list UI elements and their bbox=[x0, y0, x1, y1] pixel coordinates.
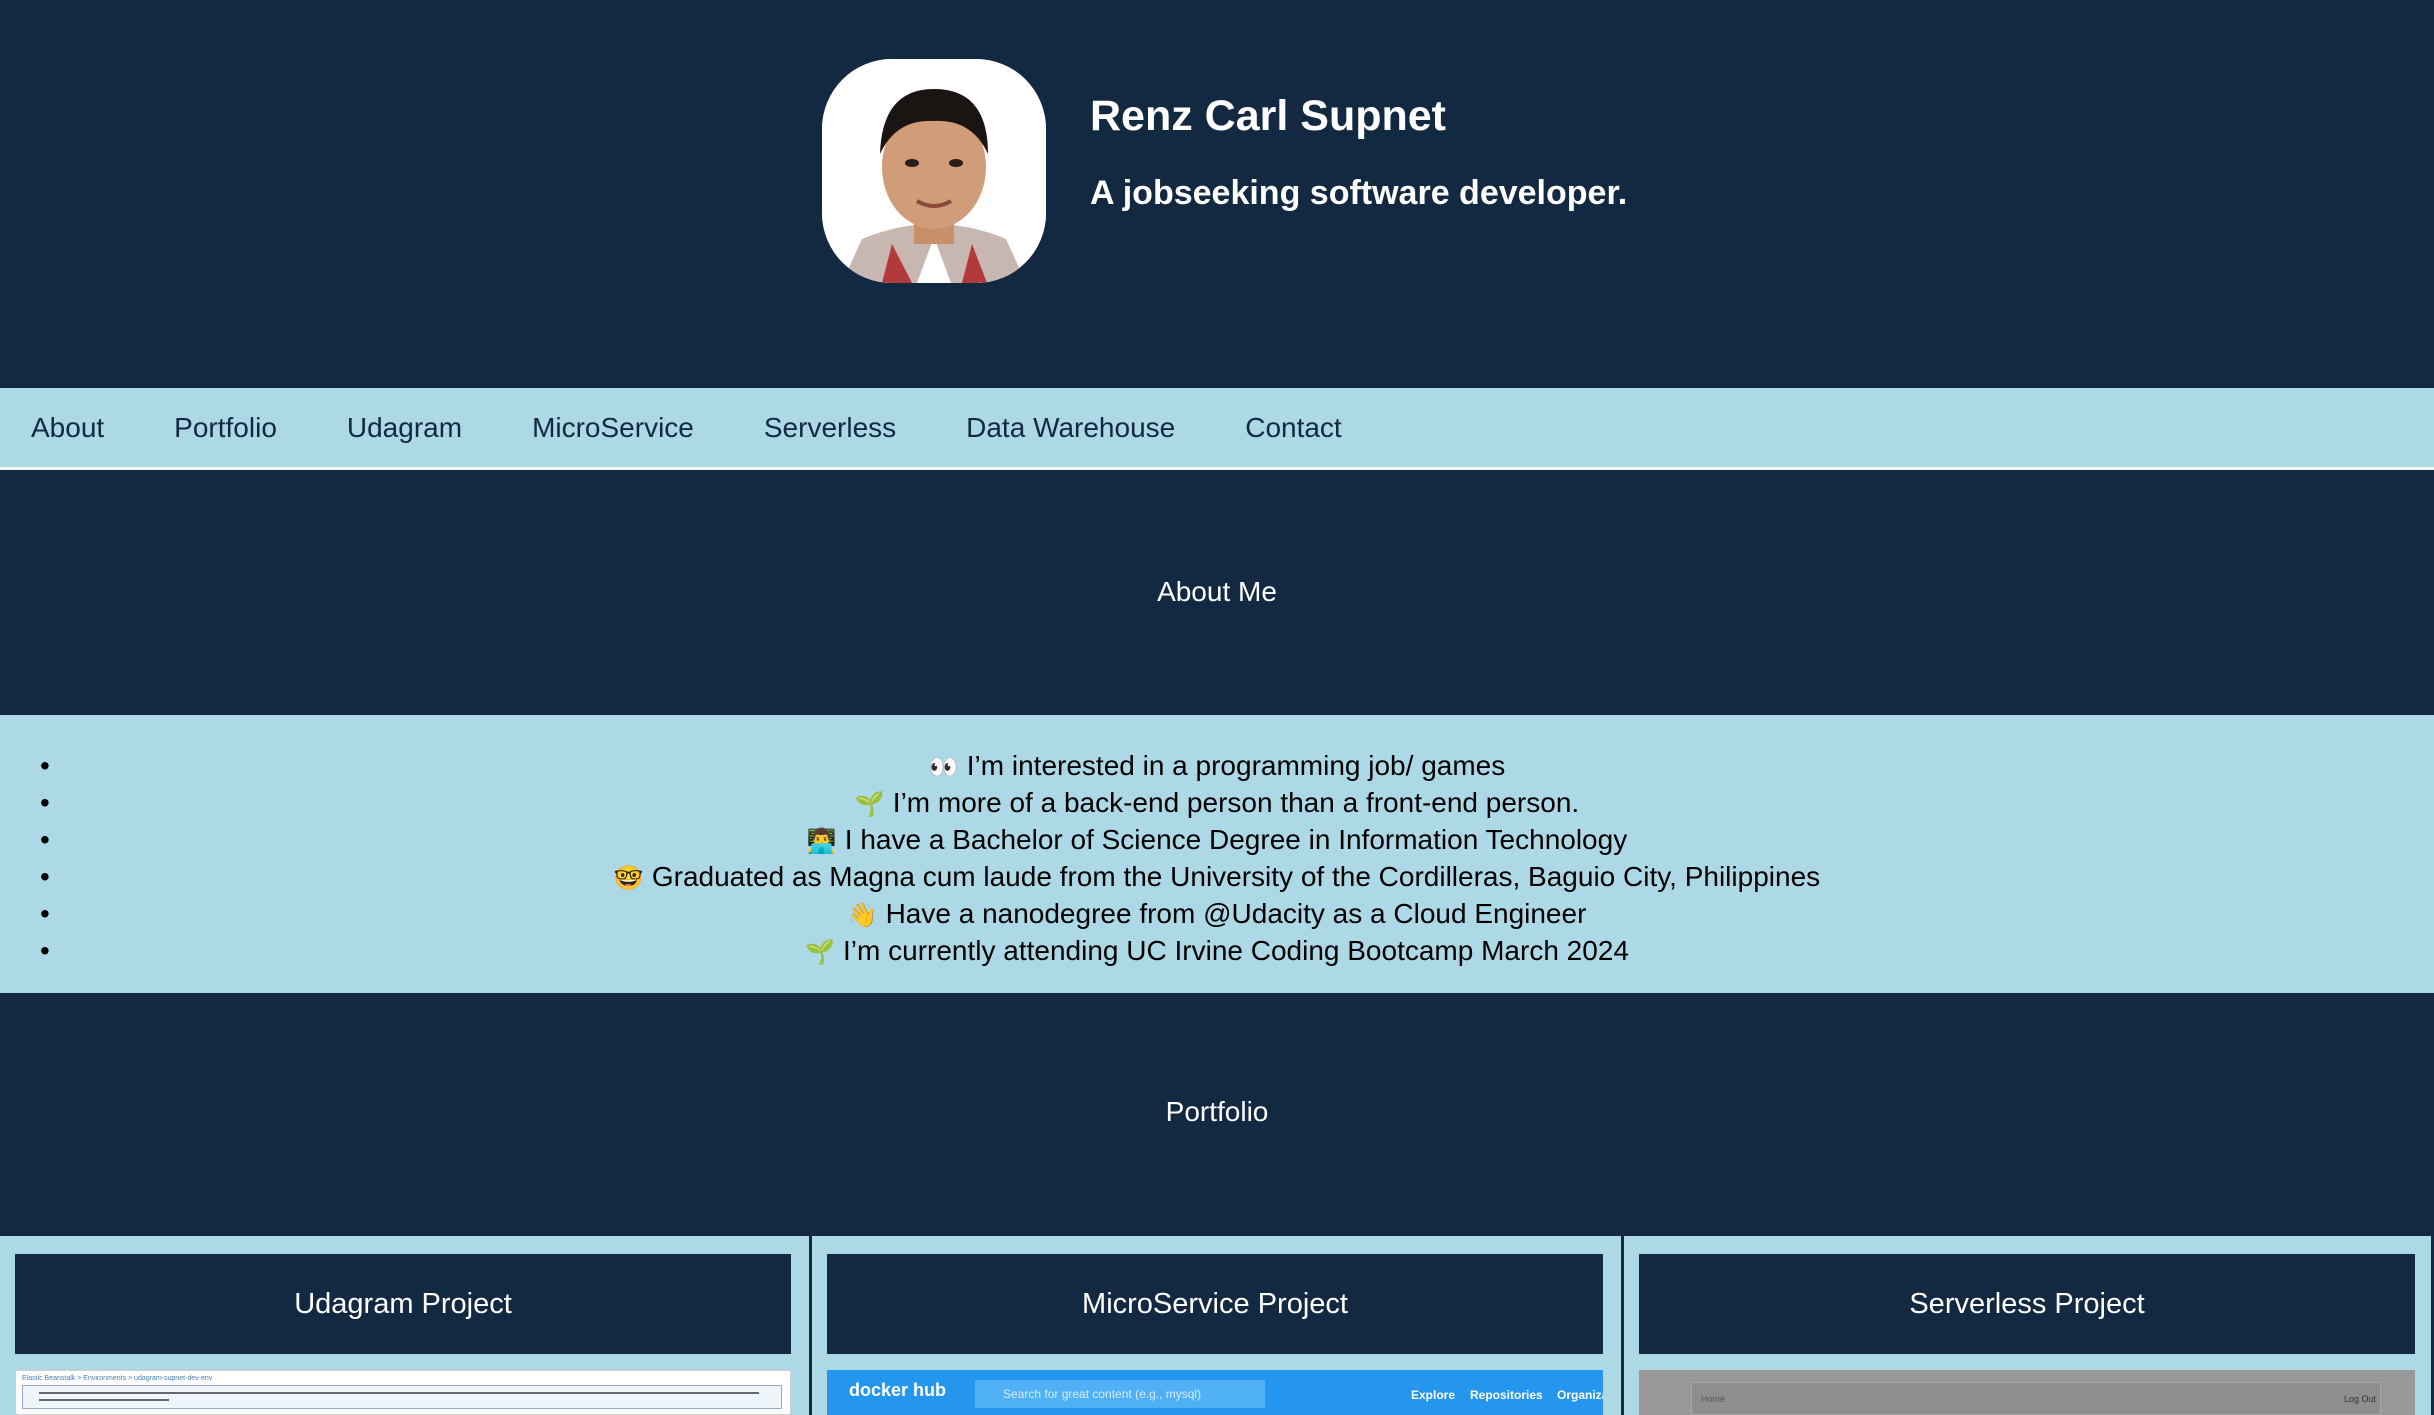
about-list: • 👀 I’m interested in a programming job/ g… bbox=[0, 747, 2434, 969]
portfolio-heading: Portfolio bbox=[1165, 1096, 1269, 1127]
bullet: • bbox=[40, 787, 50, 818]
docker-link-repositories: Repositories bbox=[1470, 1388, 1543, 1402]
about-text: I’m interested in a programming job/ gam… bbox=[966, 750, 1506, 781]
portfolio-cards: Udagram Project Elastic Beanstalk > Envi… bbox=[0, 1236, 2434, 1415]
project-card-title[interactable]: Serverless Project bbox=[1639, 1254, 2415, 1354]
serverless-logout-link: Log Out bbox=[2344, 1394, 2377, 1404]
list-item: • 🌱 I’m currently attending UC Irvine Codi… bbox=[0, 932, 2434, 969]
about-text: I’m more of a back-end person than a fro… bbox=[892, 787, 1580, 818]
technologist-icon: 👨‍💻 bbox=[806, 828, 837, 855]
bullet: • bbox=[40, 750, 50, 781]
nav-item-about[interactable]: About bbox=[31, 412, 104, 444]
nerd-face-icon: 🤓 bbox=[613, 865, 644, 892]
list-item: • 👋 Have a nanodegree from @Udacity as a C… bbox=[0, 895, 2434, 932]
eyes-icon: 👀 bbox=[928, 754, 959, 781]
seedling-icon: 🌱 bbox=[805, 939, 835, 966]
project-card-title[interactable]: Udagram Project bbox=[15, 1254, 791, 1354]
serverless-menu-bar bbox=[1691, 1382, 2381, 1415]
docker-logo: docker hub bbox=[849, 1380, 947, 1400]
bullet: • bbox=[40, 935, 50, 966]
about-text: Graduated as Magna cum laude from the Un… bbox=[651, 861, 1821, 892]
seedling-icon: 🌱 bbox=[854, 791, 885, 818]
udagram-breadcrumb: Elastic Beanstalk > Environments > udagr… bbox=[22, 1375, 213, 1382]
microservice-screenshot[interactable]: docker hub Search for great content (e.g… bbox=[827, 1370, 1603, 1415]
udagram-screenshot[interactable]: Elastic Beanstalk > Environments > udagr… bbox=[15, 1370, 791, 1415]
profile-tagline: A jobseeking software developer. bbox=[1090, 174, 1628, 212]
nav-item-microservice[interactable]: MicroService bbox=[532, 412, 694, 444]
list-item: • 👨‍💻 I have a Bachelor of Science Degree … bbox=[0, 821, 2434, 858]
project-card-title[interactable]: MicroService Project bbox=[827, 1254, 1603, 1354]
docker-search-bar: Search for great content (e.g., mysql) bbox=[975, 1380, 1265, 1408]
about-section: • 👀 I’m interested in a programming job/ g… bbox=[0, 715, 2434, 993]
udagram-notice bbox=[22, 1385, 782, 1409]
docker-link-organizations: Organiza bbox=[1557, 1388, 1603, 1402]
docker-link-explore: Explore bbox=[1411, 1388, 1456, 1402]
serverless-screenshot[interactable]: Home Log Out bbox=[1639, 1370, 2415, 1415]
profile-photo-image bbox=[822, 59, 1046, 283]
bullet: • bbox=[40, 898, 50, 929]
nav-item-portfolio[interactable]: Portfolio bbox=[174, 412, 277, 444]
project-card-serverless[interactable]: Serverless Project Home Log Out bbox=[1624, 1236, 2431, 1415]
list-item: • 🤓 Graduated as Magna cum laude from the … bbox=[0, 858, 2434, 895]
project-card-udagram[interactable]: Udagram Project Elastic Beanstalk > Envi… bbox=[0, 1236, 809, 1415]
about-text: I have a Bachelor of Science Degree in I… bbox=[844, 824, 1628, 855]
nav-item-data-warehouse[interactable]: Data Warehouse bbox=[966, 412, 1175, 444]
nav-item-serverless[interactable]: Serverless bbox=[764, 412, 896, 444]
about-heading: About Me bbox=[1157, 576, 1277, 607]
serverless-home-link: Home bbox=[1701, 1394, 1726, 1404]
project-card-microservice[interactable]: MicroService Project docker hub Search f… bbox=[812, 1236, 1621, 1415]
nav-item-udagram[interactable]: Udagram bbox=[347, 412, 462, 444]
profile-name: Renz Carl Supnet bbox=[1090, 92, 1446, 140]
list-item: • 🌱 I’m more of a back-end person than a f… bbox=[0, 784, 2434, 821]
nav-item-contact[interactable]: Contact bbox=[1245, 412, 1342, 444]
profile-photo bbox=[822, 59, 1046, 283]
main-nav: About Portfolio Udagram MicroService Ser… bbox=[0, 388, 2434, 470]
bullet: • bbox=[40, 861, 50, 892]
list-item: • 👀 I’m interested in a programming job/ g… bbox=[0, 747, 2434, 784]
about-text: I’m currently attending UC Irvine Coding… bbox=[843, 935, 1629, 966]
site-header: Renz Carl Supnet A jobseeking software d… bbox=[0, 0, 2434, 388]
about-text: Have a nanodegree from @Udacity as a Clo… bbox=[885, 898, 1587, 929]
waving-hand-icon: 👋 bbox=[847, 902, 878, 929]
bullet: • bbox=[40, 824, 50, 855]
